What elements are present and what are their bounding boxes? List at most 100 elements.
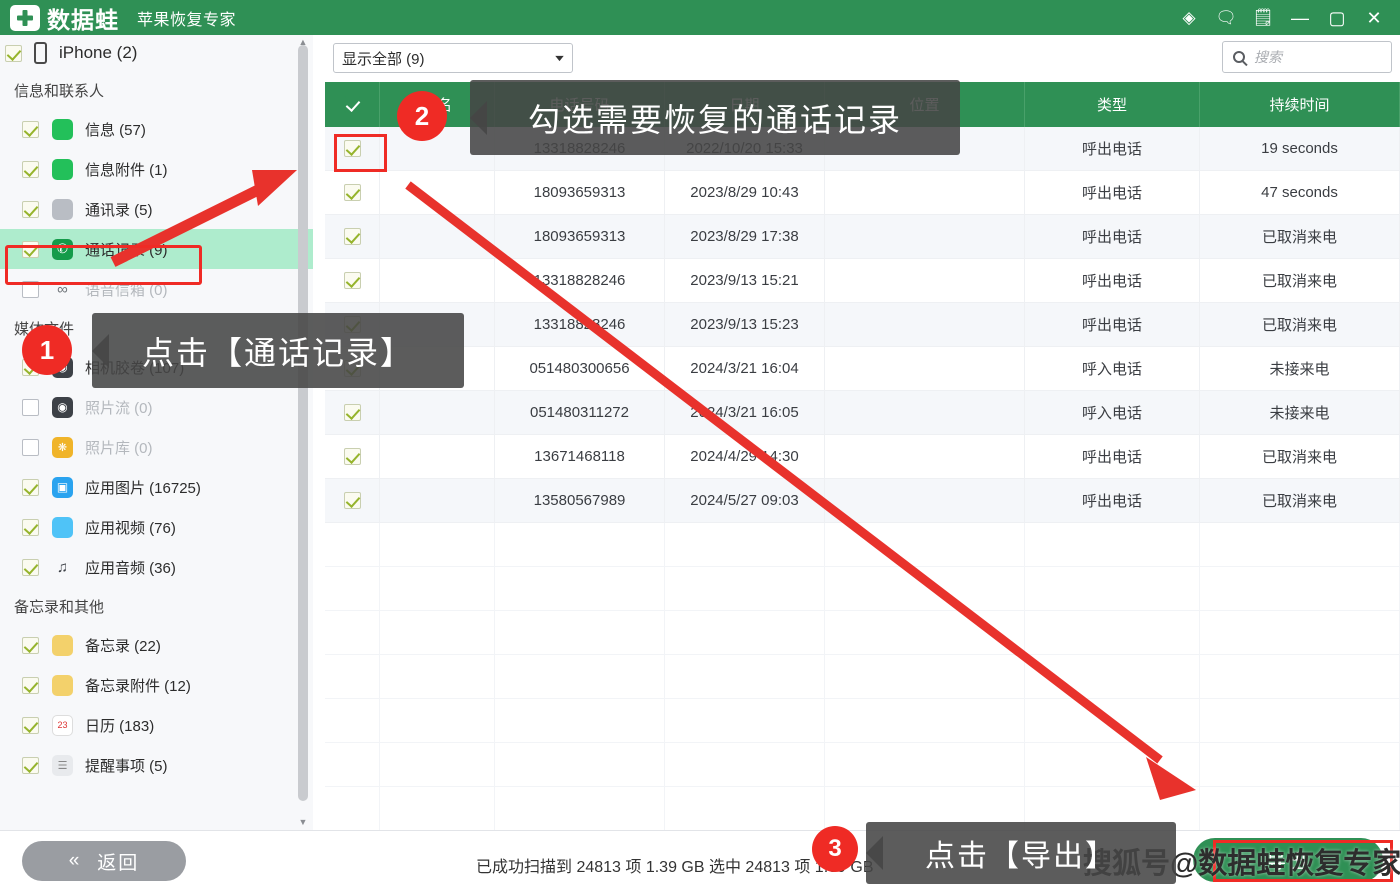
sidebar-item-app-audio[interactable]: ♫ 应用音频 (36) — [0, 547, 313, 587]
back-label: 返回 — [97, 852, 140, 874]
table-empty-row — [325, 699, 1400, 743]
row-checkbox-cell[interactable] — [325, 126, 380, 171]
device-checkbox[interactable] — [5, 44, 22, 62]
minimize-icon[interactable]: — — [1290, 8, 1310, 28]
cell-duration: 19 seconds — [1200, 126, 1400, 171]
notes-attachment-icon — [52, 674, 73, 696]
sidebar-item-calendar[interactable]: 23 日历 (183) — [0, 705, 313, 745]
sidebar-item-call-log[interactable]: ✆ 通话记录 (9) — [0, 229, 313, 269]
row-checkbox-cell[interactable] — [325, 478, 380, 523]
reminders-checkbox[interactable] — [22, 756, 39, 774]
row-checkbox-cell[interactable] — [325, 434, 380, 479]
table-row[interactable]: 13580567989 2024/5/27 09:03 呼出电话 已取消来电 — [325, 478, 1400, 523]
cell-duration: 已取消来电 — [1200, 214, 1400, 259]
empty-cell — [825, 523, 1025, 567]
sidebar-item-contacts[interactable]: 通讯录 (5) — [0, 189, 313, 229]
empty-cell — [1025, 655, 1200, 699]
table-row[interactable]: 13318828246 2023/9/13 15:21 呼出电话 已取消来电 — [325, 258, 1400, 303]
empty-cell — [380, 699, 495, 743]
cell-phone: 13318828246 — [495, 258, 665, 303]
empty-cell — [495, 611, 665, 655]
table-row[interactable]: 18093659313 2023/8/29 10:43 呼出电话 47 seconds — [325, 170, 1400, 215]
sidebar-item-photo-library[interactable]: ❋ 照片库 (0) — [0, 427, 313, 467]
sidebar-item-reminders[interactable]: ☰ 提醒事项 (5) — [0, 745, 313, 785]
search-input[interactable] — [1254, 49, 1374, 65]
chevron-left-icon: « — [68, 850, 82, 871]
sidebar-item-messages[interactable]: 信息 (57) — [0, 109, 313, 149]
cell-type: 呼出电话 — [1025, 214, 1200, 259]
app-photos-icon: ▣ — [52, 476, 73, 498]
sidebar-item-app-photos[interactable]: ▣ 应用图片 (16725) — [0, 467, 313, 507]
maximize-icon[interactable]: ▢ — [1327, 8, 1347, 28]
chat-icon[interactable]: 🗨 — [1215, 8, 1237, 28]
sidebar-item-notes-attachments[interactable]: 备忘录附件 (12) — [0, 665, 313, 705]
app-photos-checkbox[interactable] — [22, 478, 39, 496]
filter-value: 显示全部 (9) — [342, 50, 425, 68]
notes-checkbox[interactable] — [22, 636, 39, 654]
filter-dropdown[interactable]: 显示全部 (9) ▼ — [333, 43, 573, 73]
row-checkbox[interactable] — [343, 492, 361, 509]
row-checkbox-cell[interactable] — [325, 214, 380, 259]
voicemail-checkbox[interactable] — [22, 280, 39, 298]
table-row[interactable]: 051480311272 2024/3/21 16:05 呼入电话 未接来电 — [325, 390, 1400, 435]
header-duration[interactable]: 持续时间 — [1200, 82, 1400, 127]
close-icon[interactable]: ✕ — [1364, 8, 1384, 28]
row-checkbox-cell[interactable] — [325, 170, 380, 215]
table-row[interactable]: 18093659313 2023/8/29 17:38 呼出电话 已取消来电 — [325, 214, 1400, 259]
empty-cell — [1200, 655, 1400, 699]
sidebar-scrollbar[interactable] — [298, 45, 308, 801]
row-checkbox[interactable] — [343, 184, 361, 201]
message-attachments-checkbox[interactable] — [22, 160, 39, 178]
cell-duration: 已取消来电 — [1200, 478, 1400, 523]
cell-name — [380, 478, 495, 523]
photo-stream-checkbox[interactable] — [22, 398, 39, 416]
sidebar-item-photo-stream[interactable]: ◉ 照片流 (0) — [0, 387, 313, 427]
sidebar-item-voicemail[interactable]: ∞ 语音信箱 (0) — [0, 269, 313, 309]
sidebar-item-device[interactable]: iPhone (2) — [0, 35, 313, 71]
empty-cell — [1200, 611, 1400, 655]
app-videos-checkbox[interactable] — [22, 518, 39, 536]
select-all-header[interactable] — [325, 82, 380, 127]
back-button[interactable]: « 返回 — [22, 841, 186, 881]
header-type[interactable]: 类型 — [1025, 82, 1200, 127]
scroll-down-arrow[interactable]: ▼ — [298, 817, 308, 827]
sidebar-label-photo-stream: 照片流 (0) — [85, 399, 153, 417]
contacts-checkbox[interactable] — [22, 200, 39, 218]
diamond-icon[interactable]: ◈ — [1179, 8, 1199, 28]
row-checkbox[interactable] — [343, 448, 361, 465]
search-box[interactable] — [1222, 41, 1392, 73]
row-checkbox[interactable] — [343, 140, 361, 157]
table-row[interactable]: 13318828246 2023/9/13 15:23 呼出电话 已取消来电 — [325, 302, 1400, 347]
app-audio-checkbox[interactable] — [22, 558, 39, 576]
row-checkbox[interactable] — [343, 228, 361, 245]
select-all-checkbox[interactable] — [343, 96, 361, 113]
photo-library-checkbox[interactable] — [22, 438, 39, 456]
empty-cell — [325, 611, 380, 655]
feedback-icon[interactable]: 🗒 — [1252, 8, 1274, 28]
empty-cell — [380, 523, 495, 567]
sidebar-label-messages: 信息 (57) — [85, 121, 146, 139]
empty-cell — [380, 787, 495, 831]
messages-checkbox[interactable] — [22, 120, 39, 138]
row-checkbox-cell[interactable] — [325, 258, 380, 303]
row-checkbox-cell[interactable] — [325, 390, 380, 435]
cell-type: 呼出电话 — [1025, 302, 1200, 347]
calendar-icon: 23 — [52, 714, 73, 736]
row-checkbox[interactable] — [343, 404, 361, 421]
row-checkbox[interactable] — [343, 272, 361, 289]
sidebar-item-notes[interactable]: 备忘录 (22) — [0, 625, 313, 665]
empty-cell — [1200, 699, 1400, 743]
table-row[interactable]: 13671468118 2024/4/29 14:30 呼出电话 已取消来电 — [325, 434, 1400, 479]
cell-location — [825, 478, 1025, 523]
empty-cell — [380, 567, 495, 611]
notes-attachments-checkbox[interactable] — [22, 676, 39, 694]
empty-cell — [665, 567, 825, 611]
sidebar-label-message-attachments: 信息附件 (1) — [85, 161, 168, 179]
calendar-checkbox[interactable] — [22, 716, 39, 734]
sidebar-item-message-attachments[interactable]: 信息附件 (1) — [0, 149, 313, 189]
table-row[interactable]: 051480300656 2024/3/21 16:04 呼入电话 未接来电 — [325, 346, 1400, 391]
call-log-checkbox[interactable] — [22, 240, 39, 258]
sidebar-item-app-videos[interactable]: 应用视频 (76) — [0, 507, 313, 547]
cell-date: 2024/3/21 16:05 — [665, 390, 825, 435]
empty-cell — [665, 699, 825, 743]
